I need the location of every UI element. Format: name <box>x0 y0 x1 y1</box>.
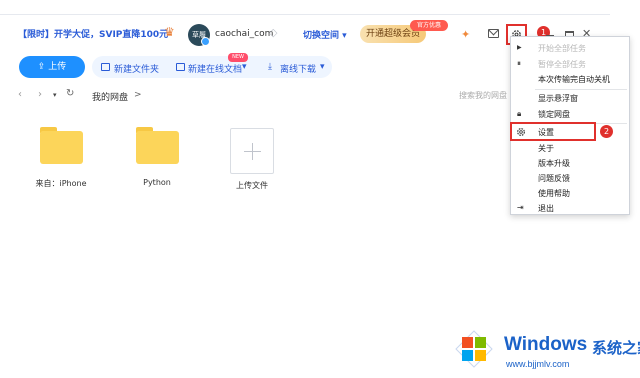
exit-icon: ⇥ <box>517 203 524 212</box>
upload-file-tile[interactable]: 上传文件 <box>217 128 287 191</box>
upload-label: 上传 <box>48 62 67 72</box>
vip-discount-tag: 官方优惠 <box>410 20 448 31</box>
folder-icon <box>39 127 83 164</box>
menu-item-pause-all[interactable]: 暂停全部任务 <box>538 59 586 70</box>
download-icon: ⤓ <box>268 62 272 72</box>
watermark-title-cn: 系统之家 <box>592 339 640 357</box>
chevron-down-icon[interactable]: ▾ <box>320 62 325 72</box>
watermark-url: www.bjjmlv.com <box>506 359 570 369</box>
nav-bar: ‹ › ▾ ↻ 我的网盘 > 搜索我的网盘 <box>0 86 520 106</box>
menu-item-about[interactable]: 关于 <box>538 143 554 154</box>
new-tag: NEW <box>228 53 248 62</box>
new-folder-button[interactable]: 新建文件夹 <box>114 62 159 75</box>
search-input[interactable]: 搜索我的网盘 <box>459 90 507 101</box>
history-dropdown-icon[interactable]: ▾ <box>53 90 57 100</box>
menu-item-floating-window[interactable]: 显示悬浮窗 <box>538 93 578 104</box>
gift-icon[interactable]: ♛ <box>164 26 178 39</box>
menu-item-exit[interactable]: 退出 <box>538 203 554 214</box>
watermark: Windows 系统之家 www.bjjmlv.com <box>452 327 640 375</box>
menu-item-start-all[interactable]: 开始全部任务 <box>538 43 586 54</box>
promo-banner[interactable]: 【限时】开学大促，SVIP直降100元 <box>18 27 168 40</box>
refresh-icon[interactable]: ↻ <box>66 89 74 99</box>
annotation-badge-2: 2 <box>600 125 613 138</box>
menu-item-auto-shutdown[interactable]: 本次传输完自动关机 <box>538 74 610 85</box>
switch-space-button[interactable]: 切换空间 ▾ <box>303 28 347 41</box>
back-arrow-icon[interactable]: ‹ <box>18 90 22 100</box>
verified-badge-icon <box>201 37 210 46</box>
watermark-title: Windows <box>504 334 588 355</box>
gamepad-icon[interactable]: ✦ <box>461 29 470 40</box>
new-folder-icon <box>101 63 110 71</box>
folder-icon <box>135 127 179 164</box>
folder-name: Python <box>143 178 171 187</box>
play-icon: ▶ <box>517 44 522 51</box>
toolbar: ⇪ 上传 新建文件夹 新建在线文档 ▾ ⤓ 离线下载 ▾ <box>0 54 500 80</box>
upload-button[interactable]: ⇪ 上传 <box>19 56 85 78</box>
settings-highlight <box>510 122 596 141</box>
folder-item[interactable]: Python <box>122 127 192 187</box>
lock-icon: 🔒︎ <box>517 109 522 118</box>
new-online-doc-button[interactable]: 新建在线文档 <box>188 62 242 75</box>
diamond-icon[interactable]: ◇ <box>269 27 280 38</box>
menu-item-upgrade[interactable]: 版本升级 <box>538 158 570 169</box>
breadcrumb[interactable]: 我的网盘 <box>92 90 128 103</box>
menu-item-feedback[interactable]: 问题反馈 <box>538 173 570 184</box>
folder-item[interactable]: 来自：iPhone <box>26 127 96 189</box>
folder-name: 来自：iPhone <box>35 179 87 188</box>
menu-item-help[interactable]: 使用帮助 <box>538 188 570 199</box>
tool-group: 新建文件夹 新建在线文档 ▾ ⤓ 离线下载 ▾ <box>92 56 332 78</box>
username[interactable]: caochai_com <box>215 29 273 39</box>
menu-divider <box>535 89 627 90</box>
pause-icon: ⏸ <box>517 59 521 68</box>
new-doc-icon <box>176 63 185 71</box>
windows-logo-icon <box>455 330 493 368</box>
plus-icon <box>230 128 274 174</box>
menu-item-lock[interactable]: 锁定网盘 <box>538 109 570 120</box>
forward-arrow-icon[interactable]: › <box>38 90 42 100</box>
mail-icon[interactable] <box>488 29 499 38</box>
upload-file-label: 上传文件 <box>236 181 268 190</box>
chevron-down-icon[interactable]: ▾ <box>242 62 247 72</box>
offline-download-button[interactable]: 离线下载 <box>280 62 316 75</box>
breadcrumb-separator: > <box>134 90 142 100</box>
